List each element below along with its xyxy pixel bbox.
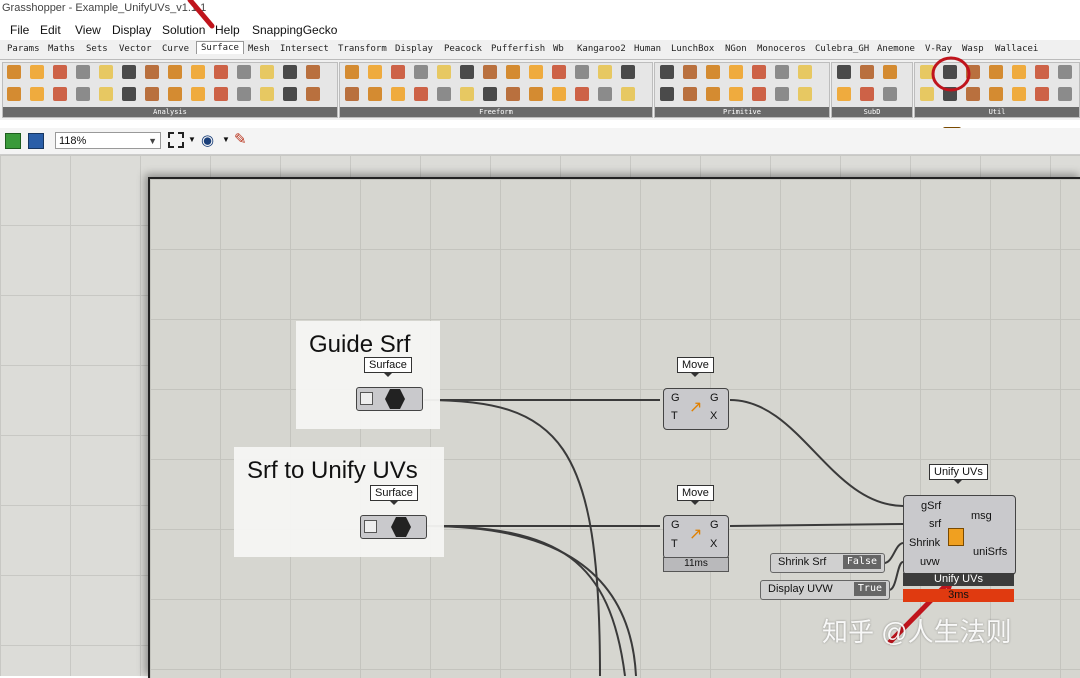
pin-output-x[interactable]: X <box>710 538 717 550</box>
surface-hex-icon <box>391 517 411 537</box>
pin-input-shrink[interactable]: Shrink <box>909 537 940 549</box>
move-arrow-icon: ↗ <box>689 399 703 416</box>
pin-input-g[interactable]: G <box>671 392 680 404</box>
arrow-to-surface-tab <box>187 0 215 29</box>
watermark: 知乎 @人生法则 <box>822 617 1012 647</box>
unify-uvs-icon <box>948 528 964 546</box>
wire-move1-to-gsrf <box>729 399 904 507</box>
display-uvw-toggle[interactable]: Display UVW True <box>760 580 890 600</box>
unify-time-bar: 3ms <box>903 589 1014 602</box>
wire-uvw <box>888 561 904 591</box>
toggle-value-uvw[interactable]: True <box>853 582 886 596</box>
pin-output-g[interactable]: G <box>710 519 719 531</box>
surface-tag-srf: Surface <box>370 485 418 505</box>
unify-name-bar: Unify UVs <box>903 573 1014 586</box>
surface-param-guide[interactable] <box>356 387 423 411</box>
surface-param-srf[interactable] <box>360 515 427 539</box>
surface-tag-guide: Surface <box>364 357 412 377</box>
wire-guide-down <box>423 399 601 676</box>
toggle-label-shrink: Shrink Srf <box>778 556 827 568</box>
pin-input-t[interactable]: T <box>671 538 678 550</box>
pin-output-x[interactable]: X <box>710 410 717 422</box>
unify-uvs-component[interactable]: gSrf srf Shrink uvw msg uniSrfs <box>903 495 1016 575</box>
group-title-srf: Srf to Unify UVs <box>247 457 418 484</box>
surface-hex-icon <box>385 389 405 409</box>
pin-input-srf[interactable]: srf <box>929 518 941 530</box>
group-title-guide: Guide Srf <box>309 331 411 358</box>
move-component-1[interactable]: G T G X ↗ <box>663 388 729 430</box>
move2-time-label: 11ms <box>663 557 729 572</box>
unify-tag: Unify UVs <box>929 464 988 484</box>
move-tag-2: Move <box>677 485 714 505</box>
wire-shrink <box>883 542 904 564</box>
wire-move2-to-srf <box>729 523 904 527</box>
pin-output-unisrfs[interactable]: uniSrfs <box>973 546 1007 558</box>
highlight-circle <box>931 56 971 92</box>
pin-output-msg[interactable]: msg <box>971 510 992 522</box>
pin-input-uvw[interactable]: uvw <box>920 556 940 568</box>
toggle-value-shrink[interactable]: False <box>842 555 881 569</box>
pin-input-gsrf[interactable]: gSrf <box>921 500 941 512</box>
image-icon <box>360 392 373 405</box>
pin-output-g[interactable]: G <box>710 392 719 404</box>
pin-input-t[interactable]: T <box>671 410 678 422</box>
move-tag-1: Move <box>677 357 714 377</box>
move-component-2[interactable]: G T G X ↗ <box>663 515 729 559</box>
shrink-srf-toggle[interactable]: Shrink Srf False <box>770 553 885 573</box>
toggle-label-uvw: Display UVW <box>768 583 833 595</box>
image-icon <box>364 520 377 533</box>
wire-srf-down <box>425 525 626 676</box>
pin-input-g[interactable]: G <box>671 519 680 531</box>
move-arrow-icon: ↗ <box>689 526 703 543</box>
